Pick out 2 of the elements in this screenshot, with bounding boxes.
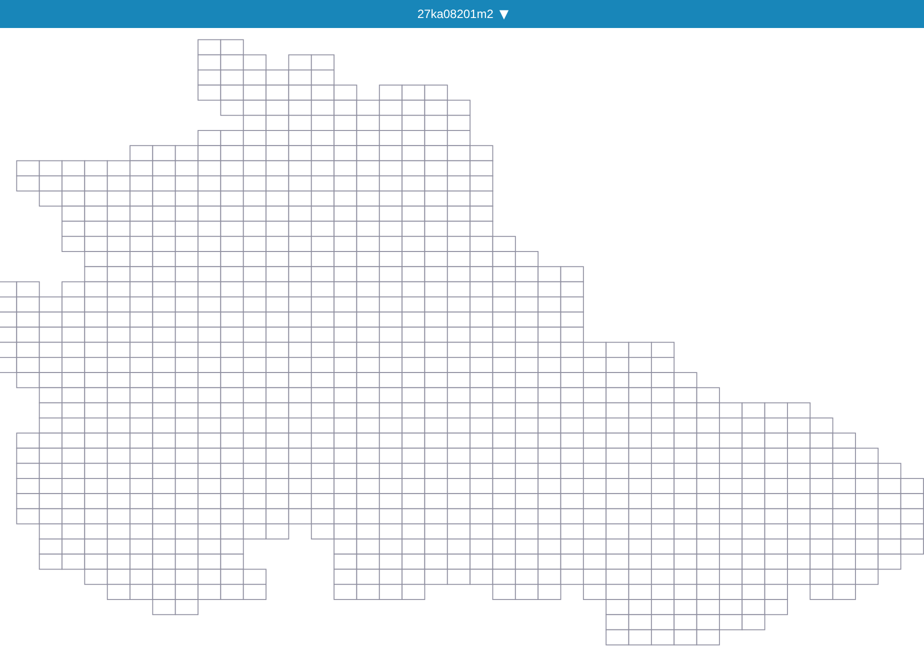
caret-icon: ▼ (499, 7, 509, 21)
dropdown-button[interactable]: 27ka08201m2 ▼ (414, 4, 512, 24)
